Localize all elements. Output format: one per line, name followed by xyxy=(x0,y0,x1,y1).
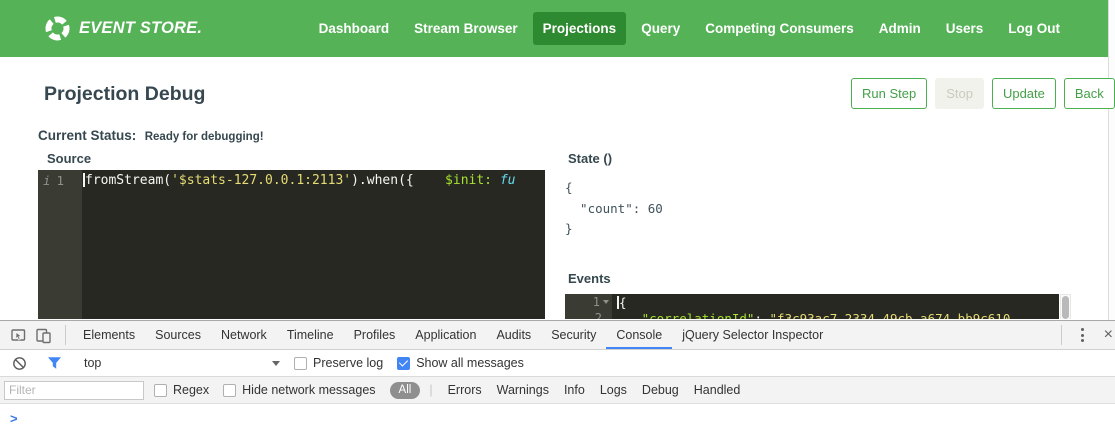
show-all-messages-label[interactable]: Show all messages xyxy=(416,356,524,370)
level-filter-all-badge[interactable]: All xyxy=(390,382,421,399)
devtools-tab-network[interactable]: Network xyxy=(211,321,277,349)
events-line-1: { xyxy=(619,295,1010,311)
back-button[interactable]: Back xyxy=(1064,78,1115,109)
top-navbar: EVENT STORE. Dashboard Stream Browser Pr… xyxy=(0,0,1108,57)
main-nav: Dashboard Stream Browser Projections Que… xyxy=(309,12,1070,45)
events-section-label: Events xyxy=(568,271,611,286)
nav-item-projections[interactable]: Projections xyxy=(533,12,627,45)
nav-item-users[interactable]: Users xyxy=(936,12,994,45)
console-filter-bar: Regex Hide network messages All | Errors… xyxy=(0,377,1115,404)
toolbar-separator xyxy=(1061,325,1062,345)
debug-actions: Run Step Stop Update Back xyxy=(851,78,1115,109)
brand-name: EVENT STORE. xyxy=(79,19,202,38)
events-text-cursor xyxy=(617,296,619,309)
nav-item-query[interactable]: Query xyxy=(631,12,690,45)
status-label: Current Status: xyxy=(38,128,136,143)
chevron-down-icon xyxy=(272,361,280,366)
events-editor-gutter: 1 2 xyxy=(565,294,612,319)
source-line-number: 1 xyxy=(57,172,65,189)
info-annotation-icon: i xyxy=(43,172,51,189)
source-code-editor[interactable]: i 1 fromStream('$stats-127.0.0.1:2113').… xyxy=(38,170,545,319)
source-editor-gutter: i 1 xyxy=(38,170,82,319)
nav-item-stream-browser[interactable]: Stream Browser xyxy=(404,12,528,45)
console-level-debug[interactable]: Debug xyxy=(642,383,679,397)
events-code-lines[interactable]: { "correlationId": "f3c93ac7-2334-49cb-a… xyxy=(619,295,1010,319)
update-button[interactable]: Update xyxy=(992,78,1056,109)
devtools-tab-audits[interactable]: Audits xyxy=(486,321,541,349)
show-all-messages-checkbox[interactable] xyxy=(397,357,410,370)
execution-context-label: top xyxy=(84,356,101,370)
regex-label[interactable]: Regex xyxy=(173,383,209,397)
events-line-number-2: 2 xyxy=(595,310,602,319)
brand-link[interactable]: EVENT STORE. xyxy=(44,15,202,42)
filter-funnel-icon[interactable] xyxy=(44,353,64,373)
devtools-panel: Elements Sources Network Timeline Profil… xyxy=(0,320,1115,436)
nav-item-dashboard[interactable]: Dashboard xyxy=(309,12,400,45)
devtools-tab-bar: Elements Sources Network Timeline Profil… xyxy=(0,321,1115,350)
inspect-element-icon[interactable] xyxy=(8,325,28,345)
stop-button[interactable]: Stop xyxy=(935,78,984,109)
state-json: { "count": 60 } xyxy=(565,178,663,240)
devtools-tab-jquery-selector-inspector[interactable]: jQuery Selector Inspector xyxy=(672,321,833,349)
state-section-label: State () xyxy=(568,151,612,166)
hide-network-messages-label[interactable]: Hide network messages xyxy=(242,383,375,397)
console-level-warnings[interactable]: Warnings xyxy=(497,383,549,397)
nav-item-competing-consumers[interactable]: Competing Consumers xyxy=(695,12,864,45)
source-code-line[interactable]: fromStream('$stats-127.0.0.1:2113').when… xyxy=(85,172,516,189)
events-code-editor[interactable]: 1 2 { "correlationId": "f3c93ac7-2334-49… xyxy=(565,294,1059,319)
events-line-2: "correlationId": "f3c93ac7-2334-49cb-a67… xyxy=(619,311,1010,319)
preserve-log-label[interactable]: Preserve log xyxy=(313,356,383,370)
nav-item-log-out[interactable]: Log Out xyxy=(998,12,1070,45)
devtools-tab-sources[interactable]: Sources xyxy=(145,321,211,349)
console-filter-input[interactable] xyxy=(4,381,144,400)
current-status: Current Status: Ready for debugging! xyxy=(38,127,264,145)
filter-separator: | xyxy=(429,383,432,397)
fold-caret-icon[interactable] xyxy=(603,300,609,304)
devtools-tab-application[interactable]: Application xyxy=(405,321,486,349)
toolbar-separator xyxy=(65,325,66,345)
execution-context-selector[interactable]: top xyxy=(84,356,280,370)
regex-checkbox[interactable] xyxy=(154,384,167,397)
events-scrollbar-track[interactable] xyxy=(1060,294,1071,319)
device-toolbar-icon[interactable] xyxy=(33,325,53,345)
devtools-tab-timeline[interactable]: Timeline xyxy=(277,321,344,349)
events-scrollbar-thumb[interactable] xyxy=(1062,296,1069,319)
devtools-tab-security[interactable]: Security xyxy=(541,321,606,349)
events-line-number-1: 1 xyxy=(593,294,600,310)
status-value: Ready for debugging! xyxy=(145,131,264,143)
console-level-info[interactable]: Info xyxy=(564,383,585,397)
page-scrollbar-track[interactable] xyxy=(1108,0,1115,320)
console-level-logs[interactable]: Logs xyxy=(600,383,627,397)
source-section-label: Source xyxy=(47,151,91,166)
console-prompt-area[interactable]: > xyxy=(0,404,1115,436)
devtools-tabbar-right: × xyxy=(1054,321,1115,349)
page-title: Projection Debug xyxy=(44,83,205,106)
close-devtools-icon[interactable]: × xyxy=(1096,327,1115,343)
console-level-errors[interactable]: Errors xyxy=(448,383,482,397)
text-cursor xyxy=(83,173,85,187)
nav-item-admin[interactable]: Admin xyxy=(869,12,931,45)
hide-network-messages-checkbox[interactable] xyxy=(223,384,236,397)
console-level-handled[interactable]: Handled xyxy=(694,383,741,397)
preserve-log-checkbox[interactable] xyxy=(294,357,307,370)
event-store-logo-icon xyxy=(44,15,71,42)
devtools-tab-profiles[interactable]: Profiles xyxy=(344,321,406,349)
console-prompt-icon: > xyxy=(10,411,18,426)
devtools-tab-console[interactable]: Console xyxy=(606,321,672,349)
devtools-tab-elements[interactable]: Elements xyxy=(73,321,145,349)
run-step-button[interactable]: Run Step xyxy=(851,78,927,109)
overflow-menu-icon[interactable] xyxy=(1069,328,1096,342)
console-toolbar: top Preserve log Show all messages xyxy=(0,350,1115,377)
clear-console-icon[interactable] xyxy=(9,353,29,373)
